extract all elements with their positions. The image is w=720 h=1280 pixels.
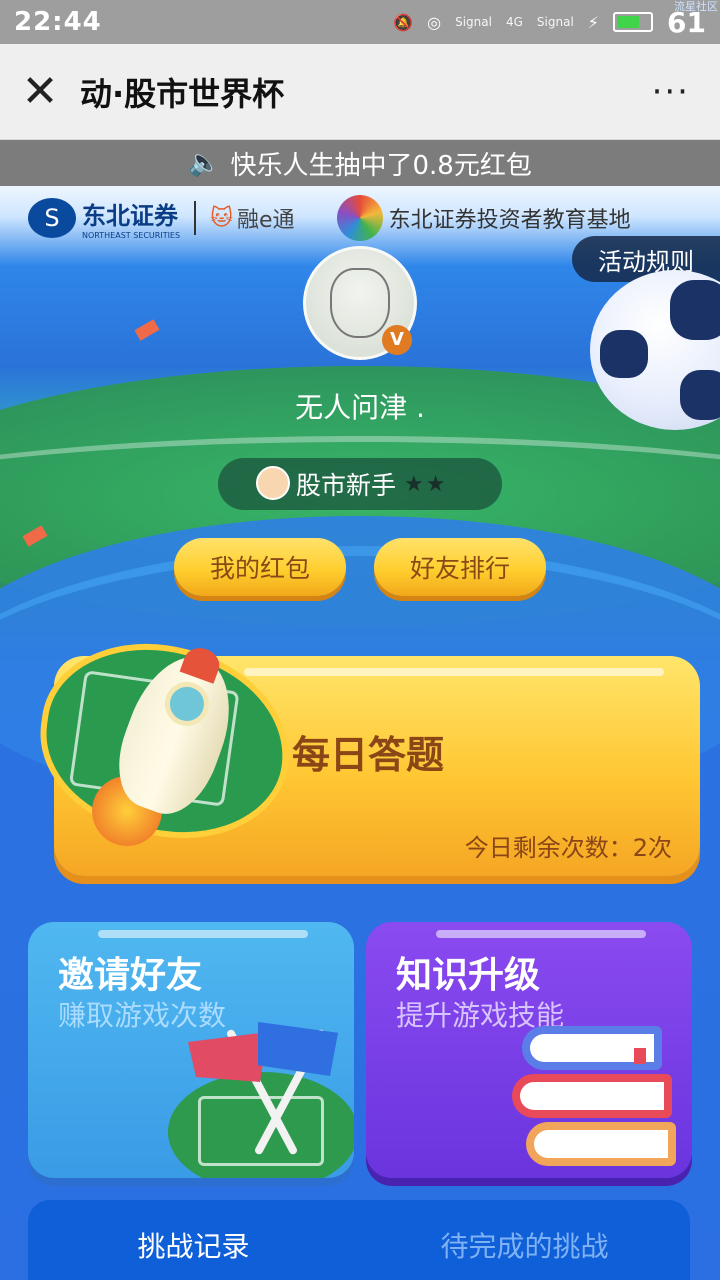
knowledge-upgrade-card[interactable]: 知识升级 提升游戏技能 <box>366 922 692 1178</box>
invite-friends-card[interactable]: 邀请好友 赚取游戏次数 <box>28 922 354 1178</box>
blue-flag-icon <box>258 1022 338 1076</box>
invite-subtitle: 赚取游戏次数 <box>58 999 227 1032</box>
stadium-stage: S 东北证券 NORTHEAST SECURITIES 🐱 融e通 东北证券投资… <box>0 186 720 1280</box>
northeast-securities-logo: S 东北证券 NORTHEAST SECURITIES <box>28 196 180 240</box>
username: 无人问津 . <box>295 391 425 424</box>
level-badge: 股市新手 ★★ <box>218 458 502 510</box>
app-header: ✕ 动·股市世界杯 ··· <box>0 44 720 140</box>
tab-challenge-records[interactable]: 挑战记录 <box>28 1225 359 1265</box>
rongetong-logo: 🐱 融e通 <box>210 202 294 234</box>
cat-icon: 🐱 <box>210 205 234 231</box>
more-menu-icon[interactable]: ··· <box>652 72 690 112</box>
upgrade-title: 知识升级 <box>396 955 541 996</box>
star-icon: ★★ <box>404 471 448 497</box>
rongetong-name: 融e通 <box>237 208 295 233</box>
network-type: 4G <box>505 15 523 29</box>
logo-divider <box>194 201 197 235</box>
clock: 22:44 <box>14 7 102 37</box>
remaining-attempts: 今日剩余次数：2次 <box>464 834 672 862</box>
partner-logos: S 东北证券 NORTHEAST SECURITIES 🐱 融e通 东北证券投资… <box>28 194 708 242</box>
edu-base-name: 东北证券投资者教育基地 <box>388 208 631 233</box>
avatar-face <box>330 268 390 338</box>
friend-rank-button[interactable]: 好友排行 <box>374 538 546 596</box>
speaker-icon: 🔈 <box>188 148 221 178</box>
mute-icon: 🔕 <box>393 12 414 32</box>
flower-icon <box>336 195 383 241</box>
notice-ticker: 🔈 快乐人生抽中了0.8元红包 <box>0 140 720 186</box>
tab-pending-challenges[interactable]: 待完成的挑战 <box>359 1225 690 1265</box>
verified-badge-icon: V <box>382 325 412 355</box>
avatar[interactable]: V <box>303 246 417 360</box>
northeast-name-en: NORTHEAST SECURITIES <box>82 231 181 240</box>
my-red-packet-button[interactable]: 我的红包 <box>174 538 346 596</box>
red-flag-icon <box>188 1032 268 1082</box>
invite-title: 邀请好友 <box>58 955 203 996</box>
level-avatar-icon <box>256 466 290 500</box>
wifi-icon: ◎ <box>427 12 442 32</box>
charging-icon: ⚡ <box>587 12 600 32</box>
level-label: 股市新手 <box>296 471 397 500</box>
battery-icon <box>613 12 654 32</box>
northeast-logo-icon: S <box>28 198 76 238</box>
signal-label-2: Signal <box>536 15 574 29</box>
northeast-name-cn: 东北证券 <box>82 202 178 230</box>
corner-watermark: 流星社区 <box>674 0 718 13</box>
daily-quiz-title: 每日答题 <box>292 733 445 777</box>
books-icon <box>512 1026 682 1176</box>
close-icon[interactable]: ✕ <box>0 66 80 117</box>
edu-base-logo: 东北证券投资者教育基地 <box>336 195 631 241</box>
ticker-text: 快乐人生抽中了0.8元红包 <box>230 150 532 181</box>
status-bar: 22:44 🔕 ◎ Signal 4G Signal ⚡ 61 流星社区 <box>0 0 720 44</box>
confetti <box>134 319 160 341</box>
challenge-tabs: 挑战记录 待完成的挑战 <box>28 1200 690 1280</box>
signal-label: Signal <box>455 15 492 29</box>
page-title: 动·股市世界杯 <box>80 74 285 113</box>
